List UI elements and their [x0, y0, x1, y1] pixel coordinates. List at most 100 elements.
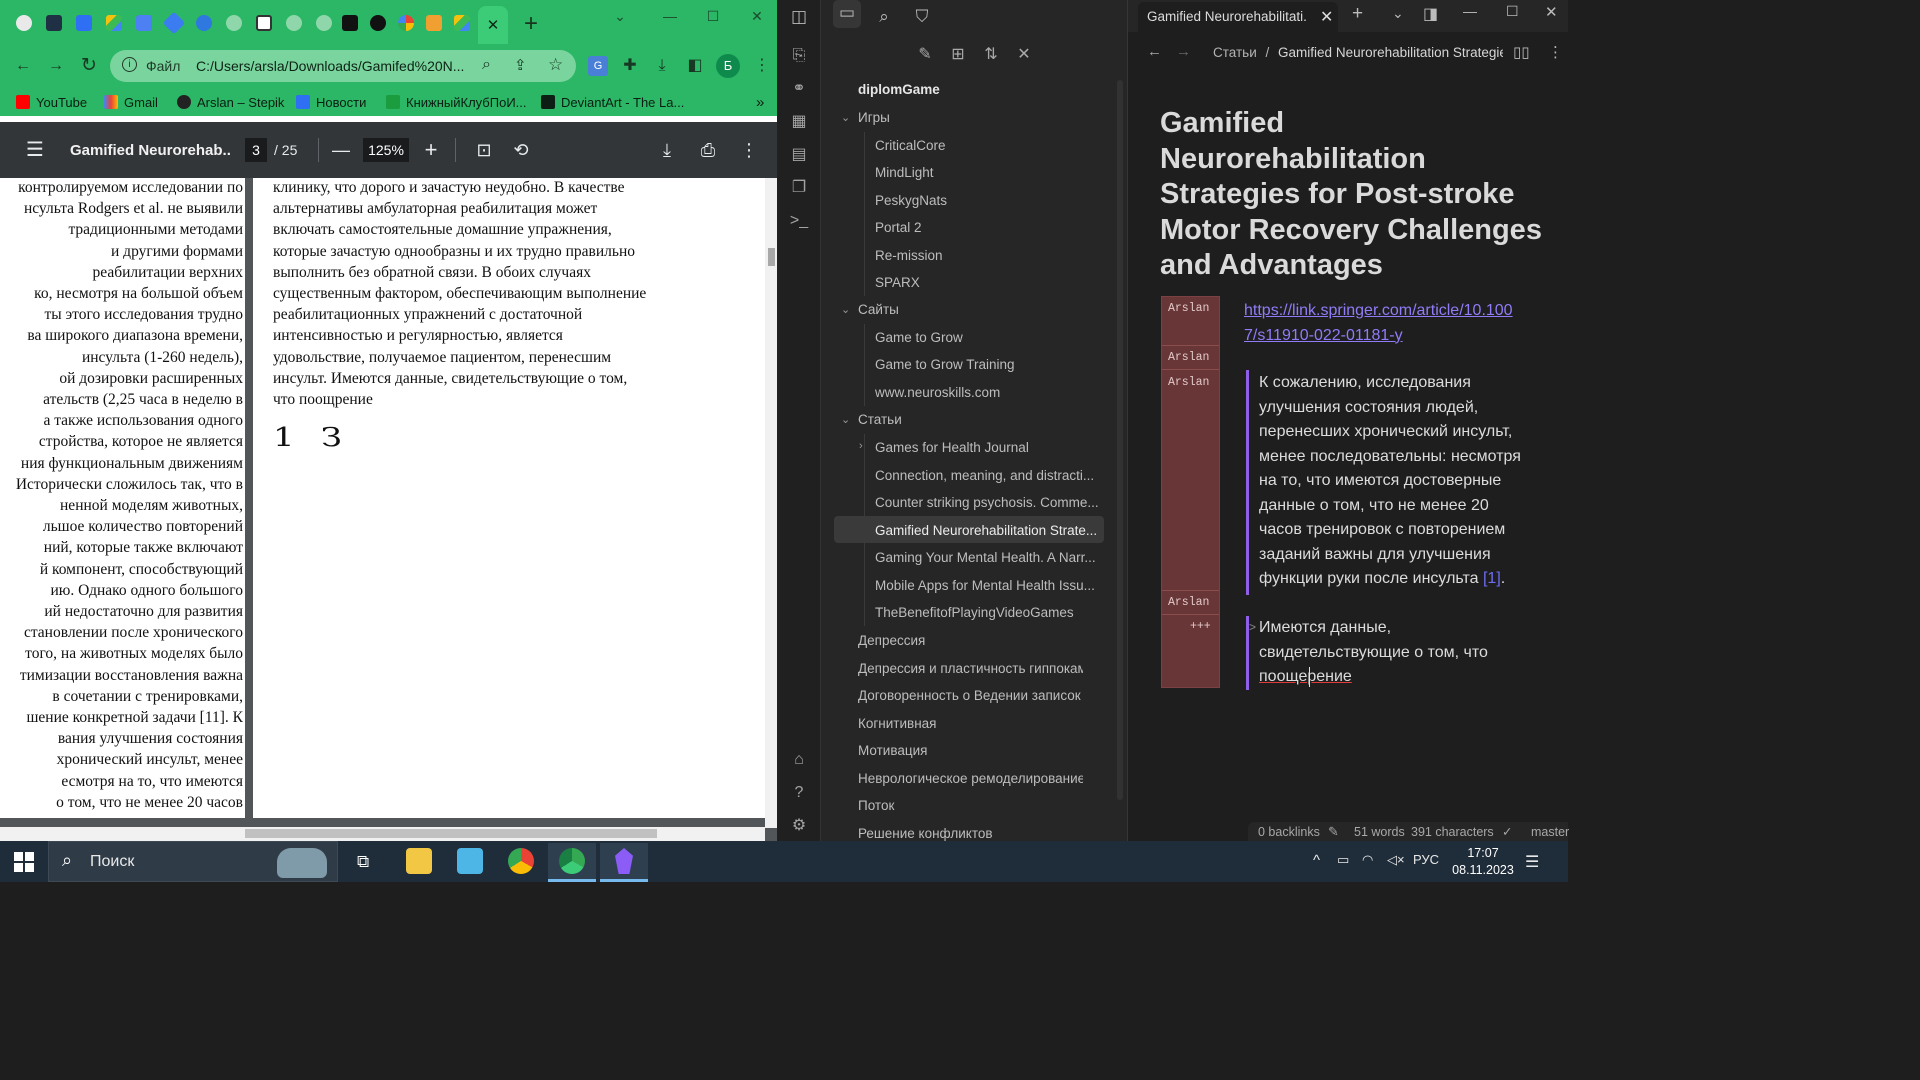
translate-extension-icon[interactable]: G	[588, 56, 608, 76]
chrome-taskbar-active[interactable]	[548, 843, 596, 882]
browser-tab[interactable]	[420, 9, 448, 37]
download-icon[interactable]: ⤓	[656, 140, 678, 160]
tree-file[interactable]: www.neuroskills.com	[875, 385, 1100, 400]
browser-tab[interactable]	[250, 9, 278, 37]
fit-page-icon[interactable]: ⊡	[473, 140, 495, 160]
tree-file[interactable]: Counter striking psychosis. Comme...	[875, 495, 1100, 510]
side-panel-icon[interactable]: ◧	[685, 56, 705, 76]
new-folder-icon[interactable]: ⊞	[945, 42, 971, 68]
hamburger-menu-icon[interactable]: ☰	[24, 140, 46, 160]
browser-tab[interactable]	[336, 9, 364, 37]
browser-tab[interactable]	[130, 9, 158, 37]
devtools-app-icon[interactable]	[457, 848, 483, 874]
battery-icon[interactable]: ▭	[1337, 852, 1349, 868]
files-tab-icon[interactable]: ▭	[833, 0, 861, 28]
profile-avatar[interactable]: Б	[716, 54, 740, 78]
windows-start-icon[interactable]	[14, 852, 34, 872]
open-quick-switcher-icon[interactable]: ⎘	[789, 46, 809, 66]
minimize-icon[interactable]: —	[1463, 3, 1477, 19]
browser-tab[interactable]	[310, 9, 338, 37]
close-window-icon[interactable]: ✕	[1545, 3, 1558, 21]
tree-file[interactable]: MindLight	[875, 165, 1100, 180]
sort-icon[interactable]: ⇅	[978, 42, 1004, 68]
chrome-icon[interactable]	[508, 848, 534, 874]
tree-file[interactable]: Connection, meaning, and distracti...	[875, 468, 1100, 483]
graph-view-icon[interactable]: ⚭	[789, 79, 809, 99]
new-tab-button[interactable]: +	[518, 12, 544, 38]
tree-file[interactable]: Решение конфликтов	[858, 826, 1083, 841]
tree-folder[interactable]: Сайты	[858, 302, 899, 317]
task-view-icon[interactable]: ⧉	[357, 852, 369, 872]
tree-file[interactable]: Gaming Your Mental Health. A Narr...	[875, 550, 1100, 565]
tree-file[interactable]: Re-mission	[875, 248, 1100, 263]
new-tab-icon[interactable]: +	[1352, 3, 1363, 25]
tree-file[interactable]: Portal 2	[875, 220, 1100, 235]
more-options-icon[interactable]: ⋮	[1548, 43, 1563, 61]
bookmark-bookclub[interactable]: КнижныйКлубПоИ...	[386, 92, 527, 112]
chevron-down-icon[interactable]: ⌄	[605, 8, 635, 28]
tree-file[interactable]: Поток	[858, 798, 1083, 813]
active-tab[interactable]: ✕	[478, 6, 508, 44]
zoom-in-icon[interactable]: +	[420, 139, 442, 161]
page-number-input[interactable]: 3	[245, 138, 267, 162]
back-icon[interactable]: ←	[1147, 43, 1162, 60]
vault-name[interactable]: diplomGame	[858, 82, 940, 97]
tab-list-icon[interactable]: ⌄	[1392, 5, 1404, 22]
browser-tab[interactable]	[364, 9, 392, 37]
chevron-right-icon[interactable]: ›	[859, 440, 863, 452]
tree-folder[interactable]: Games for Health Journal	[875, 440, 1029, 455]
rotate-icon[interactable]: ⟲	[510, 140, 532, 160]
volume-muted-icon[interactable]: ◁×	[1387, 852, 1405, 868]
tree-file[interactable]: CriticalCore	[875, 138, 1100, 153]
share-icon[interactable]: ⇪	[514, 56, 527, 74]
info-icon[interactable]: i	[122, 57, 137, 72]
browser-tab[interactable]	[40, 9, 68, 37]
git-branch[interactable]: master	[1531, 825, 1569, 839]
chevron-down-icon[interactable]: ⌄	[841, 111, 850, 124]
taskbar-search[interactable]: ⌕ Поиск	[48, 841, 338, 882]
bookmark-star-icon[interactable]: ☆	[548, 55, 563, 75]
clock[interactable]: 17:07 08.11.2023	[1448, 845, 1518, 879]
file-explorer-icon[interactable]	[406, 848, 432, 874]
notifications-icon[interactable]: ☰	[1525, 852, 1539, 872]
collapse-all-icon[interactable]: ✕	[1011, 42, 1037, 68]
forward-icon[interactable]: →	[1176, 43, 1191, 60]
tree-folder[interactable]: Статьи	[858, 412, 902, 427]
reload-icon[interactable]: ↻	[79, 56, 99, 76]
bookmark-news[interactable]: Новости	[296, 92, 366, 112]
command-palette-icon[interactable]: >_	[789, 211, 809, 231]
browser-tab[interactable]	[160, 9, 188, 37]
download-icon[interactable]: ⤓	[652, 56, 672, 76]
editor-tab-active[interactable]: Gamified Neurorehabilitati... ✕	[1138, 2, 1338, 32]
minimize-icon[interactable]: —	[655, 8, 685, 28]
more-options-icon[interactable]: ⋮	[738, 140, 760, 160]
search-icon[interactable]: ⌕	[871, 4, 897, 30]
tree-file[interactable]: PeskygNats	[875, 193, 1100, 208]
tree-folder[interactable]: Игры	[858, 110, 890, 125]
tree-file[interactable]: Неврологическое ремоделирование	[858, 771, 1083, 786]
print-icon[interactable]: ⎙	[697, 140, 719, 160]
browser-tab[interactable]	[392, 9, 420, 37]
tree-file[interactable]: Мотивация	[858, 743, 1083, 758]
tray-overflow-icon[interactable]: ^	[1313, 852, 1320, 869]
tree-file[interactable]: SPARX	[875, 275, 1100, 290]
browser-tab[interactable]	[10, 9, 38, 37]
close-tab-icon[interactable]: ✕	[1320, 7, 1333, 27]
daily-note-icon[interactable]: ▤	[789, 145, 809, 165]
note-title[interactable]: Gamified Neurorehabilitation Strategies …	[1160, 106, 1555, 284]
canvas-icon[interactable]: ▦	[789, 112, 809, 132]
maximize-icon[interactable]: ☐	[698, 8, 728, 28]
bookmark-gmail[interactable]: Gmail	[104, 92, 158, 112]
browser-tab[interactable]	[100, 9, 128, 37]
wifi-icon[interactable]: ◠	[1362, 852, 1373, 868]
source-link[interactable]: https://link.springer.com/article/10.100…	[1244, 299, 1534, 348]
tree-file[interactable]: Game to Grow Training	[875, 357, 1100, 372]
bookmark-youtube[interactable]: YouTube	[16, 92, 87, 112]
menu-icon[interactable]: ⋮	[752, 56, 772, 76]
chevron-down-icon[interactable]: ⌄	[841, 303, 850, 316]
tree-file[interactable]: Депрессия и пластичность гиппокам...	[858, 661, 1083, 676]
bookmarks-icon[interactable]: ⛉	[909, 4, 935, 30]
breadcrumb-folder[interactable]: Статьи	[1213, 45, 1257, 60]
bookmark-stepik[interactable]: Arslan – Stepik	[177, 92, 284, 112]
close-icon[interactable]: ✕	[487, 16, 500, 34]
